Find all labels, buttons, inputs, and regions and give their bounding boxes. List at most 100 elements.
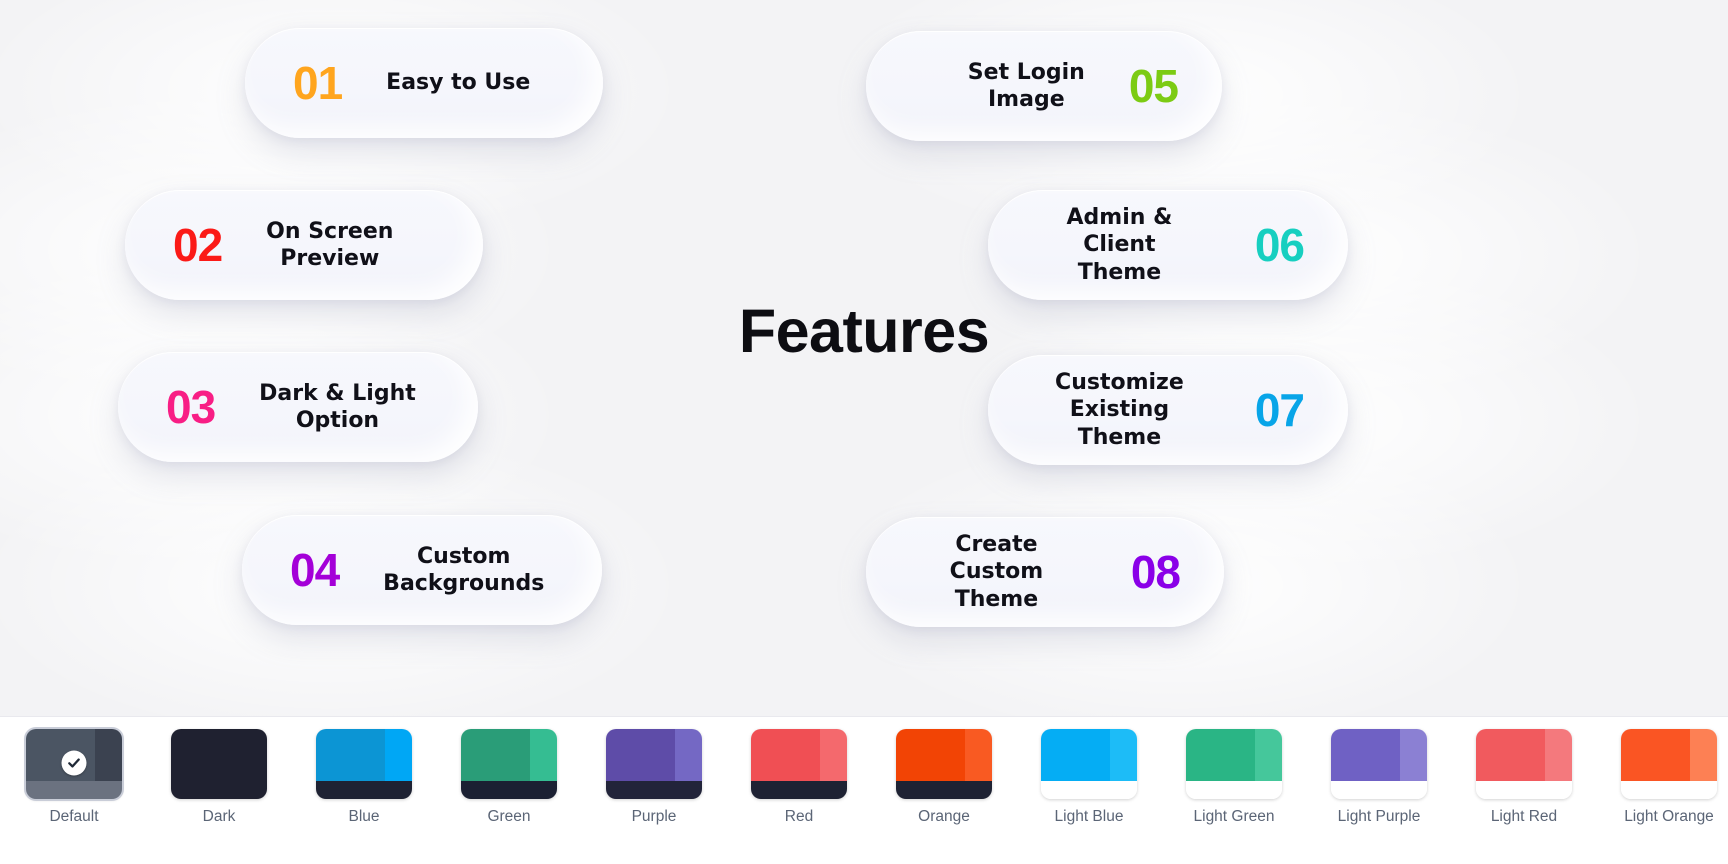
theme-swatch[interactable] — [171, 729, 267, 799]
swatch-primary-color — [1621, 729, 1691, 781]
feature-pill-02[interactable]: 02 On Screen Preview — [125, 190, 483, 300]
theme-item-dark[interactable]: Dark — [169, 729, 269, 826]
theme-switcher-bar: Default Dark Blue Green Purple Red Orange Light… — [0, 716, 1728, 864]
theme-swatch[interactable] — [461, 729, 557, 799]
swatch-accent-color — [965, 729, 992, 781]
check-circle-icon — [61, 750, 87, 776]
theme-label: Purple — [631, 808, 677, 825]
theme-item-light-green[interactable]: Light Green — [1184, 729, 1284, 826]
feature-number-07: 07 — [1254, 384, 1305, 436]
theme-swatch[interactable] — [1621, 729, 1717, 799]
swatch-footer-color — [896, 780, 992, 799]
theme-label: Dark — [202, 808, 236, 825]
swatch-primary-color — [1186, 729, 1256, 781]
swatch-footer-color — [1041, 780, 1137, 799]
feature-number-01: 01 — [293, 57, 343, 109]
swatch-primary-color — [606, 729, 676, 781]
feature-label-05: Set Login Image — [967, 59, 1085, 112]
swatch-accent-color — [1400, 729, 1427, 781]
page-title: Features — [738, 297, 990, 365]
feature-pill-01[interactable]: 01 Easy to Use — [245, 28, 603, 138]
theme-swatch[interactable] — [606, 729, 702, 799]
feature-pill-05[interactable]: Set Login Image 05 — [866, 31, 1222, 141]
theme-label: Light Green — [1193, 808, 1275, 825]
swatch-accent-color — [1545, 729, 1572, 781]
theme-label: Green — [487, 808, 531, 825]
swatch-primary-color — [1041, 729, 1111, 781]
swatch-accent-color — [385, 729, 412, 781]
swatch-footer-color — [461, 780, 557, 799]
theme-label: Orange — [918, 808, 970, 825]
theme-swatch[interactable] — [1041, 729, 1137, 799]
swatch-primary-color — [171, 729, 241, 781]
feature-label-02: On Screen Preview — [266, 218, 394, 271]
feature-label-04: Custom Backgrounds — [383, 543, 545, 596]
swatch-accent-color — [1690, 729, 1717, 781]
swatch-footer-color — [316, 780, 412, 799]
swatch-footer-color — [1476, 780, 1572, 799]
swatch-accent-color — [95, 729, 122, 781]
swatch-primary-color — [1476, 729, 1546, 781]
feature-pill-07[interactable]: Customize Existing Theme 07 — [988, 355, 1348, 465]
feature-number-03: 03 — [166, 381, 216, 433]
feature-number-06: 06 — [1254, 219, 1305, 271]
feature-pill-04[interactable]: 04 Custom Backgrounds — [242, 515, 602, 625]
theme-label: Blue — [348, 808, 380, 825]
feature-label-07: Customize Existing Theme — [1055, 370, 1184, 450]
theme-item-light-orange[interactable]: Light Orange — [1619, 729, 1719, 826]
theme-label: Light Red — [1490, 808, 1558, 825]
theme-item-red[interactable]: Red — [749, 729, 849, 826]
theme-label: Light Orange — [1624, 808, 1714, 825]
theme-swatch[interactable] — [896, 729, 992, 799]
theme-item-blue[interactable]: Blue — [314, 729, 414, 826]
theme-swatch[interactable] — [1186, 729, 1282, 799]
theme-item-green[interactable]: Green — [459, 729, 559, 826]
theme-swatch[interactable] — [316, 729, 412, 799]
feature-number-08: 08 — [1130, 546, 1181, 598]
swatch-primary-color — [316, 729, 386, 781]
swatch-accent-color — [675, 729, 702, 781]
feature-number-05: 05 — [1128, 60, 1179, 112]
theme-item-purple[interactable]: Purple — [604, 729, 704, 826]
swatch-accent-color — [820, 729, 847, 781]
theme-item-light-red[interactable]: Light Red — [1474, 729, 1574, 826]
swatch-accent-color — [240, 729, 267, 781]
swatch-accent-color — [1110, 729, 1137, 781]
feature-label-01: Easy to Use — [386, 70, 531, 96]
swatch-footer-color — [171, 780, 267, 799]
swatch-primary-color — [461, 729, 531, 781]
swatch-footer-color — [751, 780, 847, 799]
theme-item-orange[interactable]: Orange — [894, 729, 994, 826]
swatch-accent-color — [530, 729, 557, 781]
swatch-footer-color — [1186, 780, 1282, 799]
theme-swatch[interactable] — [751, 729, 847, 799]
theme-swatch[interactable] — [1476, 729, 1572, 799]
swatch-footer-color — [606, 780, 702, 799]
feature-label-03: Dark & Light Option — [259, 380, 416, 433]
swatch-primary-color — [1331, 729, 1401, 781]
theme-item-default[interactable]: Default — [24, 727, 124, 826]
theme-swatch[interactable] — [1331, 729, 1427, 799]
feature-pill-08[interactable]: Create Custom Theme 08 — [866, 517, 1224, 627]
feature-pill-03[interactable]: 03 Dark & Light Option — [118, 352, 478, 462]
feature-label-06: Admin & Client Theme — [1066, 205, 1173, 285]
theme-swatch[interactable] — [24, 727, 124, 801]
swatch-primary-color — [896, 729, 966, 781]
swatch-footer-color — [26, 780, 122, 799]
theme-label: Default — [49, 808, 99, 825]
swatch-footer-color — [1621, 780, 1717, 799]
theme-label: Light Purple — [1337, 808, 1421, 825]
theme-item-light-blue[interactable]: Light Blue — [1039, 729, 1139, 826]
feature-number-04: 04 — [290, 544, 340, 596]
theme-label: Light Blue — [1054, 808, 1124, 825]
theme-swatch-list: Default Dark Blue Green Purple Red Orange Light… — [0, 727, 1719, 826]
feature-number-02: 02 — [173, 219, 223, 271]
theme-item-light-purple[interactable]: Light Purple — [1329, 729, 1429, 826]
feature-pill-06[interactable]: Admin & Client Theme 06 — [988, 190, 1348, 300]
feature-label-08: Create Custom Theme — [949, 532, 1044, 612]
swatch-footer-color — [1331, 780, 1427, 799]
swatch-primary-color — [26, 729, 96, 781]
theme-label: Red — [784, 808, 814, 825]
swatch-primary-color — [751, 729, 821, 781]
swatch-accent-color — [1255, 729, 1282, 781]
